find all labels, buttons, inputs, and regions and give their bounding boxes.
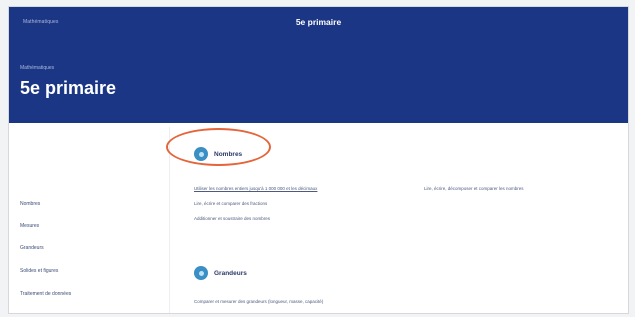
- sidebar-item-solides-figures[interactable]: Solides et figures: [20, 268, 58, 274]
- sidebar-item-mesures[interactable]: Mesures: [20, 223, 39, 229]
- page-title: 5e primaire: [20, 78, 117, 98]
- highlight-annotation: [166, 128, 271, 166]
- section-circle-icon: [194, 266, 208, 280]
- section-item-link[interactable]: Additionner et soustraire des nombres: [194, 216, 270, 221]
- section-item-link[interactable]: Lire, écrire et comparer des fractions: [194, 201, 267, 206]
- section-item-link[interactable]: Lire, écrire, décomposer et comparer les…: [424, 186, 524, 191]
- sidebar: Nombres Mesures Grandeurs Solides et fig…: [9, 123, 169, 313]
- section-item-link[interactable]: Comparer et mesurer des grandeurs (longu…: [194, 299, 323, 304]
- sidebar-item-grandeurs[interactable]: Grandeurs: [20, 245, 44, 251]
- page-header: Mathématiques 5e primaire Mathématiques …: [9, 7, 628, 123]
- section-title: Grandeurs: [214, 269, 247, 277]
- sidebar-item-traitement-donnees[interactable]: Traitement de données: [20, 291, 71, 297]
- section-header-grandeurs[interactable]: Grandeurs: [194, 266, 247, 280]
- section-item-link[interactable]: Utiliser les nombres entiers jusqu'à 1 0…: [194, 186, 317, 191]
- topbar-title: 5e primaire: [295, 17, 342, 27]
- breadcrumb[interactable]: Mathématiques: [20, 65, 54, 71]
- sidebar-item-nombres[interactable]: Nombres: [20, 201, 40, 207]
- app-frame: Mathématiques 5e primaire Mathématiques …: [8, 6, 629, 314]
